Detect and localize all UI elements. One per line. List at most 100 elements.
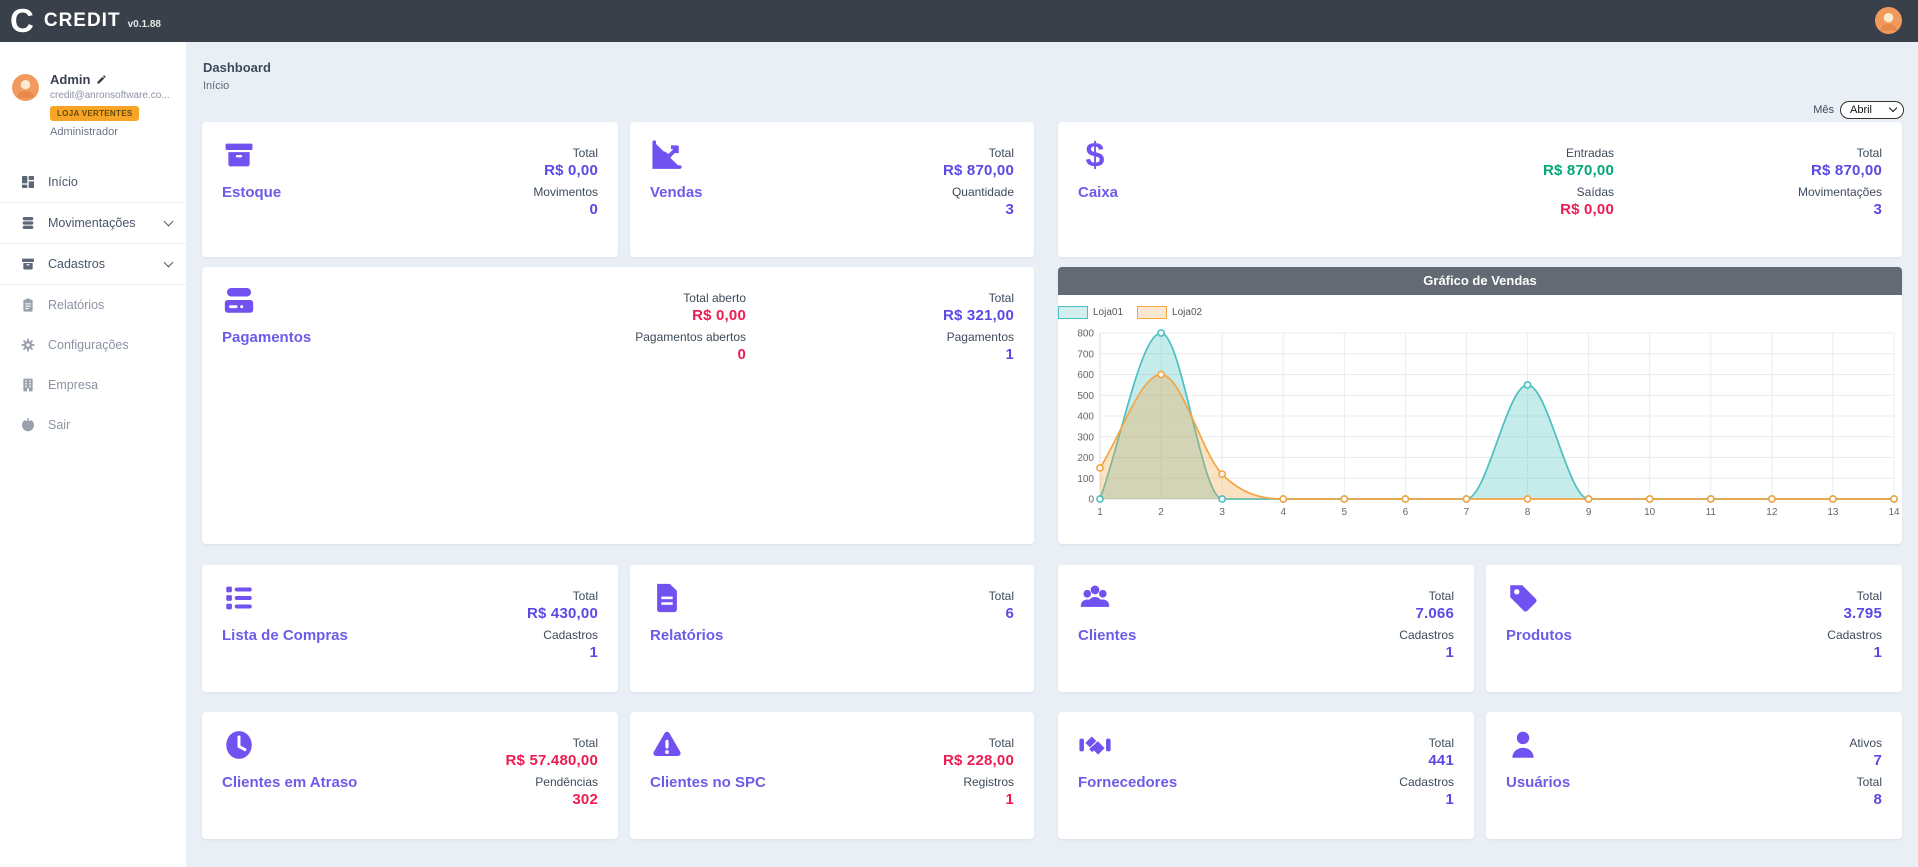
svg-text:9: 9 — [1586, 507, 1592, 518]
sidebar-item-label: Empresa — [48, 378, 98, 392]
stat-value: 3.795 — [1722, 604, 1882, 624]
card-pagamentos[interactable]: PagamentosTotal abertoR$ 0,00Pagamentos … — [202, 267, 1034, 544]
sidebar-item-label: Configurações — [48, 338, 129, 352]
breadcrumb: Dashboard Início — [203, 60, 271, 92]
month-filter: Mês Abril — [1813, 100, 1904, 119]
card-title[interactable]: Usuários — [1506, 774, 1570, 791]
card-clientes-em-atraso[interactable]: Clientes em AtrasoTotalR$ 57.480,00Pendê… — [202, 712, 618, 839]
card-title[interactable]: Clientes no SPC — [650, 774, 766, 791]
svg-text:6: 6 — [1403, 507, 1409, 518]
svg-text:300: 300 — [1077, 432, 1094, 443]
card-clientes[interactable]: ClientesTotal7.066Cadastros1 — [1058, 565, 1474, 692]
card-fornecedores[interactable]: Fornecedores Total441Cadastros1 — [1058, 712, 1474, 839]
stat-value: R$ 228,00 — [854, 751, 1014, 771]
stat-value: 7.066 — [1294, 604, 1454, 624]
sales-chart-title: Gráfico de Vendas — [1058, 267, 1902, 295]
sidebar-item-movimentacoes[interactable]: Movimentações — [0, 203, 186, 243]
legend-swatch — [1137, 306, 1167, 319]
card-caixa[interactable]: $CaixaEntradasR$ 870,00SaídasR$ 0,00Tota… — [1058, 122, 1902, 257]
card-produtos[interactable]: Produtos Total3.795Cadastros1 — [1486, 565, 1902, 692]
edit-pencil-icon[interactable] — [96, 74, 107, 85]
card-usuarios[interactable]: Usuários Ativos7Total8 — [1486, 712, 1902, 839]
svg-text:500: 500 — [1077, 391, 1094, 402]
card-title[interactable]: Estoque — [222, 184, 281, 201]
svg-text:100: 100 — [1077, 474, 1094, 485]
legend-item-Loja02[interactable]: Loja02 — [1137, 306, 1202, 319]
stat-label: Total — [1722, 145, 1882, 161]
card-stats: Total3.795Cadastros1 — [1722, 581, 1882, 663]
stat-value: 0 — [438, 200, 598, 220]
month-select[interactable]: Abril — [1840, 101, 1904, 119]
sidebar-item-sair[interactable]: Sair — [0, 405, 186, 445]
stat-label: Ativos — [1722, 735, 1882, 751]
stat-value: 1 — [1294, 790, 1454, 810]
breadcrumb-subtitle: Início — [203, 80, 271, 92]
card-clientes-no-spc[interactable]: Clientes no SPC TotalR$ 228,00Registros1 — [630, 712, 1034, 839]
stat-label: Movimentações — [1722, 184, 1882, 200]
card-title[interactable]: Relatórios — [650, 627, 723, 644]
stat-label: Entradas — [1454, 145, 1614, 161]
person-icon — [1875, 7, 1902, 34]
card-lista-de-compras[interactable]: Lista de ComprasTotalR$ 430,00Cadastros1 — [202, 565, 618, 692]
card-title[interactable]: Caixa — [1078, 184, 1118, 201]
handshake-icon — [1078, 728, 1112, 762]
svg-text:8: 8 — [1525, 507, 1531, 518]
card-stats: Total441Cadastros1 — [1294, 728, 1454, 810]
card-title[interactable]: Pagamentos — [222, 329, 311, 346]
stat-label: Total aberto — [586, 290, 746, 306]
app-version: v0.1.88 — [128, 19, 161, 30]
card-vendas[interactable]: VendasTotalR$ 870,00Quantidade3 — [630, 122, 1034, 257]
stat-label: Total — [438, 588, 598, 604]
card-title[interactable]: Fornecedores — [1078, 774, 1177, 791]
user-icon — [1506, 728, 1540, 762]
stat-value: R$ 0,00 — [1454, 200, 1614, 220]
card-title[interactable]: Lista de Compras — [222, 627, 348, 644]
stat-label: Cadastros — [1294, 627, 1454, 643]
stat-value: R$ 0,00 — [586, 306, 746, 326]
user-role: Administrador — [50, 126, 174, 138]
sidebar-item-inicio[interactable]: Início — [0, 162, 186, 202]
user-avatar-icon[interactable] — [1875, 7, 1902, 34]
chevron-down-icon — [164, 258, 174, 268]
card-title[interactable]: Clientes — [1078, 627, 1136, 644]
stat-value: R$ 870,00 — [1454, 161, 1614, 181]
brand-name: CREDIT — [44, 10, 121, 32]
card-relatorios[interactable]: RelatóriosTotal6 — [630, 565, 1034, 692]
clipboard-icon — [20, 297, 36, 313]
list-icon — [222, 581, 256, 615]
stat-label: Pagamentos — [854, 329, 1014, 345]
app-logo[interactable]: C — [10, 0, 34, 42]
svg-text:800: 800 — [1077, 329, 1094, 340]
chart-legend: Loja01 Loja02 — [1058, 305, 1202, 319]
card-title[interactable]: Clientes em Atraso — [222, 774, 357, 791]
sidebar-item-empresa[interactable]: Empresa — [0, 365, 186, 405]
sidebar-item-configuracoes[interactable]: Configurações — [0, 325, 186, 365]
stat-label: Pendências — [438, 774, 598, 790]
svg-text:2: 2 — [1158, 507, 1164, 518]
sidebar-item-label: Início — [48, 175, 78, 189]
svg-text:7: 7 — [1464, 507, 1470, 518]
credit-card-icon — [222, 283, 256, 317]
user-name: Admin — [50, 72, 90, 87]
card-stats: TotalR$ 228,00Registros1 — [854, 728, 1014, 810]
user-email: credit@anronsoftware.co... — [50, 90, 174, 101]
card-estoque[interactable]: EstoqueTotalR$ 0,00Movimentos0 — [202, 122, 618, 257]
user-avatar-icon[interactable] — [12, 74, 39, 101]
stat-value: R$ 0,00 — [438, 161, 598, 181]
sidebar-item-cadastros[interactable]: Cadastros — [0, 244, 186, 284]
store-badge: LOJA VERTENTES — [50, 106, 139, 121]
svg-text:$: $ — [1086, 138, 1105, 172]
legend-item-Loja01[interactable]: Loja01 — [1058, 306, 1123, 319]
stat-value: 0 — [586, 345, 746, 365]
stat-value: 1 — [438, 643, 598, 663]
sidebar-item-label: Relatórios — [48, 298, 104, 312]
svg-text:0: 0 — [1088, 495, 1094, 506]
svg-text:12: 12 — [1766, 507, 1778, 518]
dashboard-icon — [20, 174, 36, 190]
card-title[interactable]: Produtos — [1506, 627, 1572, 644]
card-stats: Ativos7Total8 — [1722, 728, 1882, 810]
sidebar-item-relatorios[interactable]: Relatórios — [0, 285, 186, 325]
chevron-down-icon — [164, 217, 174, 227]
legend-label: Loja01 — [1093, 307, 1123, 318]
card-title[interactable]: Vendas — [650, 184, 703, 201]
